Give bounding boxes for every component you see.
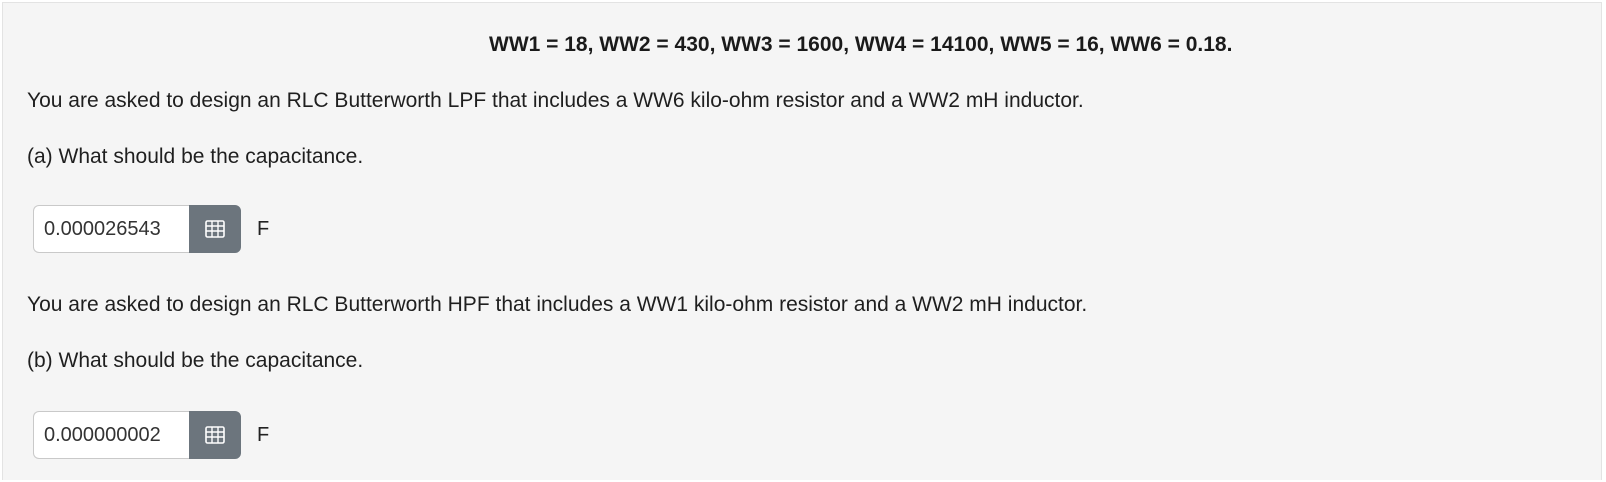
part-b-question: (b) What should be the capacitance.	[27, 349, 364, 372]
part-a-question: (a) What should be the capacitance.	[27, 145, 364, 168]
part-a-unit: F	[257, 217, 270, 240]
parameter-values: WW1 = 18, WW2 = 430, WW3 = 1600, WW4 = 1…	[489, 33, 1233, 56]
question-panel: WW1 = 18, WW2 = 430, WW3 = 1600, WW4 = 1…	[2, 2, 1602, 480]
part-a-answer-group: F	[33, 205, 269, 253]
calculator-icon	[205, 220, 225, 238]
part-b-unit: F	[257, 423, 270, 446]
part-a-prompt: You are asked to design an RLC Butterwor…	[27, 89, 1084, 112]
calculator-icon	[205, 426, 225, 444]
part-b-answer-group: F	[33, 411, 269, 459]
part-a-answer-input[interactable]	[33, 205, 189, 253]
part-a-calculator-button[interactable]	[189, 205, 241, 253]
part-b-answer-input[interactable]	[33, 411, 189, 459]
part-b-prompt: You are asked to design an RLC Butterwor…	[27, 293, 1088, 316]
part-b-calculator-button[interactable]	[189, 411, 241, 459]
